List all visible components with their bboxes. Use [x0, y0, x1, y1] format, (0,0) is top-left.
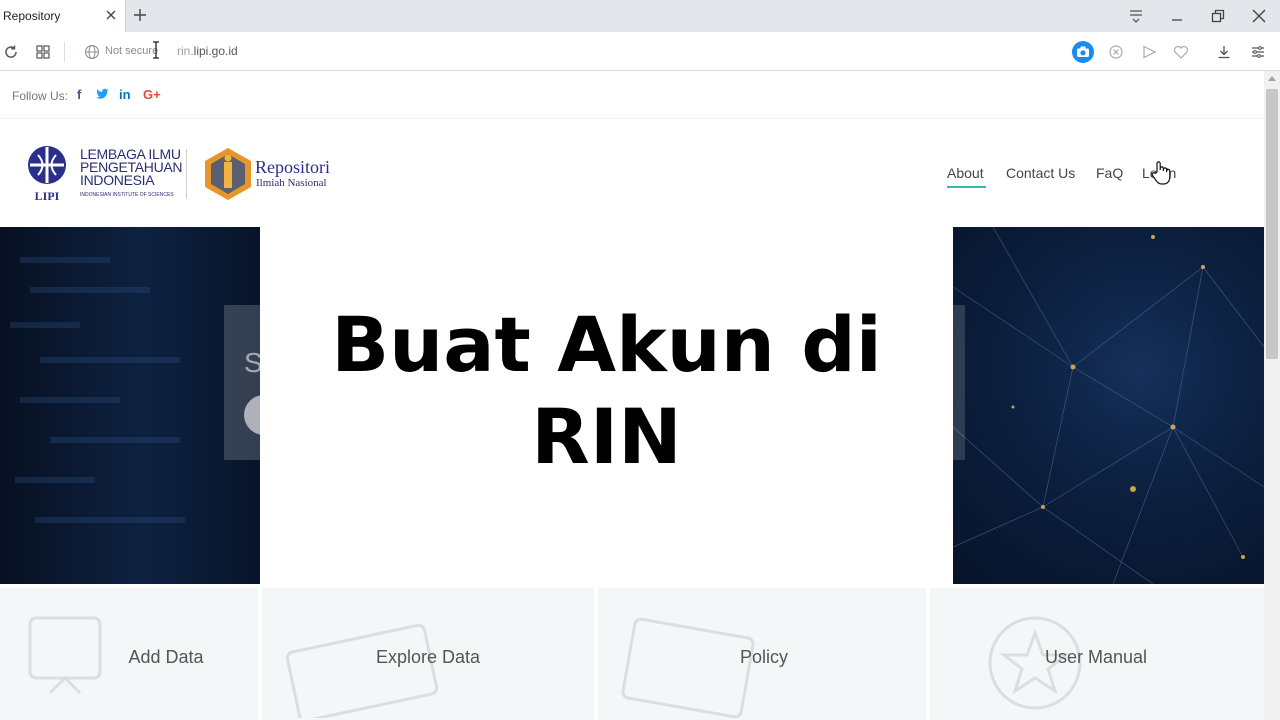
google-plus-icon[interactable]: G+ — [143, 87, 161, 102]
follow-label: Follow Us: — [12, 89, 69, 103]
address-separator — [64, 42, 65, 62]
hand-cursor-icon — [1151, 161, 1171, 185]
page-scrollbar[interactable] — [1264, 71, 1280, 720]
tab-title: Repository — [3, 9, 61, 23]
feature-user-manual-label: User Manual — [1044, 647, 1148, 667]
url-field[interactable]: rin.lipi.go.id — [177, 44, 238, 58]
nav-active-indicator — [947, 186, 986, 188]
nav-faq[interactable]: FaQ — [1096, 165, 1123, 181]
feature-explore-data[interactable]: Explore Data — [262, 588, 594, 720]
slide-title-line1: Buat Akun di — [331, 300, 882, 389]
new-tab-icon[interactable] — [132, 7, 148, 23]
browser-tab[interactable]: Repository — [0, 0, 126, 32]
reload-icon[interactable] — [2, 43, 20, 61]
heart-icon[interactable] — [1172, 43, 1190, 61]
feature-policy-label: Policy — [739, 647, 788, 667]
settings-menu-icon[interactable] — [1249, 43, 1267, 61]
explore-data-icon — [285, 623, 439, 718]
lipi-logo-icon: LIPI — [28, 146, 66, 203]
nav-contact[interactable]: Contact Us — [1006, 165, 1075, 181]
restore-icon[interactable] — [1209, 7, 1227, 25]
slide-title: Buat Akun di RIN — [260, 299, 953, 483]
rin-subtitle: Ilmiah Nasional — [256, 177, 327, 189]
block-ads-icon[interactable] — [1107, 43, 1125, 61]
lipi-subtitle: INDONESIAN INSTITUTE OF SCIENCES — [80, 192, 174, 198]
web-page: Follow Us: f in G+ LIPI LEMBAGA ILMU PEN… — [0, 71, 1264, 720]
next-slide-caption-box — [953, 305, 965, 460]
globe-icon[interactable] — [83, 43, 101, 61]
active-slide: Buat Akun di RIN — [260, 227, 953, 584]
feature-explore-data-label: Explore Data — [375, 647, 481, 667]
rin-title: Repositori — [255, 157, 330, 177]
site-header: LIPI LEMBAGA ILMU PENGETAHUAN INDONESIA … — [0, 119, 1264, 227]
linkedin-icon[interactable]: in — [119, 87, 131, 102]
feature-tiles: Add Data Explore Data Policy User Manual — [0, 588, 1264, 720]
network-background-art — [952, 227, 1264, 584]
scroll-up-arrow-icon[interactable] — [1268, 76, 1276, 81]
speed-dial-icon[interactable] — [34, 43, 52, 61]
hero-slider[interactable]: S Buat Akun di RIN — [0, 227, 1264, 584]
url-prefix: rin. — [177, 44, 194, 58]
download-icon[interactable] — [1215, 43, 1233, 61]
text-cursor-icon — [153, 41, 159, 59]
tab-menu-icon[interactable] — [1127, 7, 1145, 25]
facebook-icon[interactable]: f — [77, 87, 81, 102]
url-domain: lipi.go.id — [193, 44, 238, 58]
close-tab-icon[interactable] — [104, 8, 118, 22]
logo-divider — [186, 149, 187, 199]
camera-icon — [1077, 46, 1089, 57]
rin-logo-icon — [205, 148, 251, 200]
nav-about[interactable]: About — [947, 165, 984, 181]
code-background-art — [10, 257, 185, 523]
close-window-icon[interactable] — [1250, 7, 1268, 25]
twitter-icon[interactable] — [96, 88, 109, 100]
feature-policy[interactable]: Policy — [598, 588, 930, 720]
lipi-name: LEMBAGA ILMU PENGETAHUAN INDONESIA — [80, 147, 183, 188]
browser-tab-bar: Repository — [0, 0, 1280, 32]
svg-text:LIPI: LIPI — [35, 189, 60, 203]
snapshot-button[interactable] — [1072, 41, 1094, 63]
lipi-line3: INDONESIA — [80, 172, 155, 188]
send-icon[interactable] — [1140, 43, 1158, 61]
previous-slide-image — [0, 227, 260, 584]
minimize-icon[interactable] — [1168, 7, 1186, 25]
previous-slide-caption-box — [224, 305, 264, 460]
next-slide-image — [952, 227, 1264, 584]
slide-title-line2: RIN — [531, 392, 682, 481]
address-bar: Not secure rin.lipi.go.id — [0, 32, 1280, 71]
scroll-thumb[interactable] — [1266, 89, 1278, 359]
feature-user-manual[interactable]: User Manual — [930, 588, 1262, 720]
follow-bar: Follow Us: f in G+ — [0, 71, 1264, 119]
